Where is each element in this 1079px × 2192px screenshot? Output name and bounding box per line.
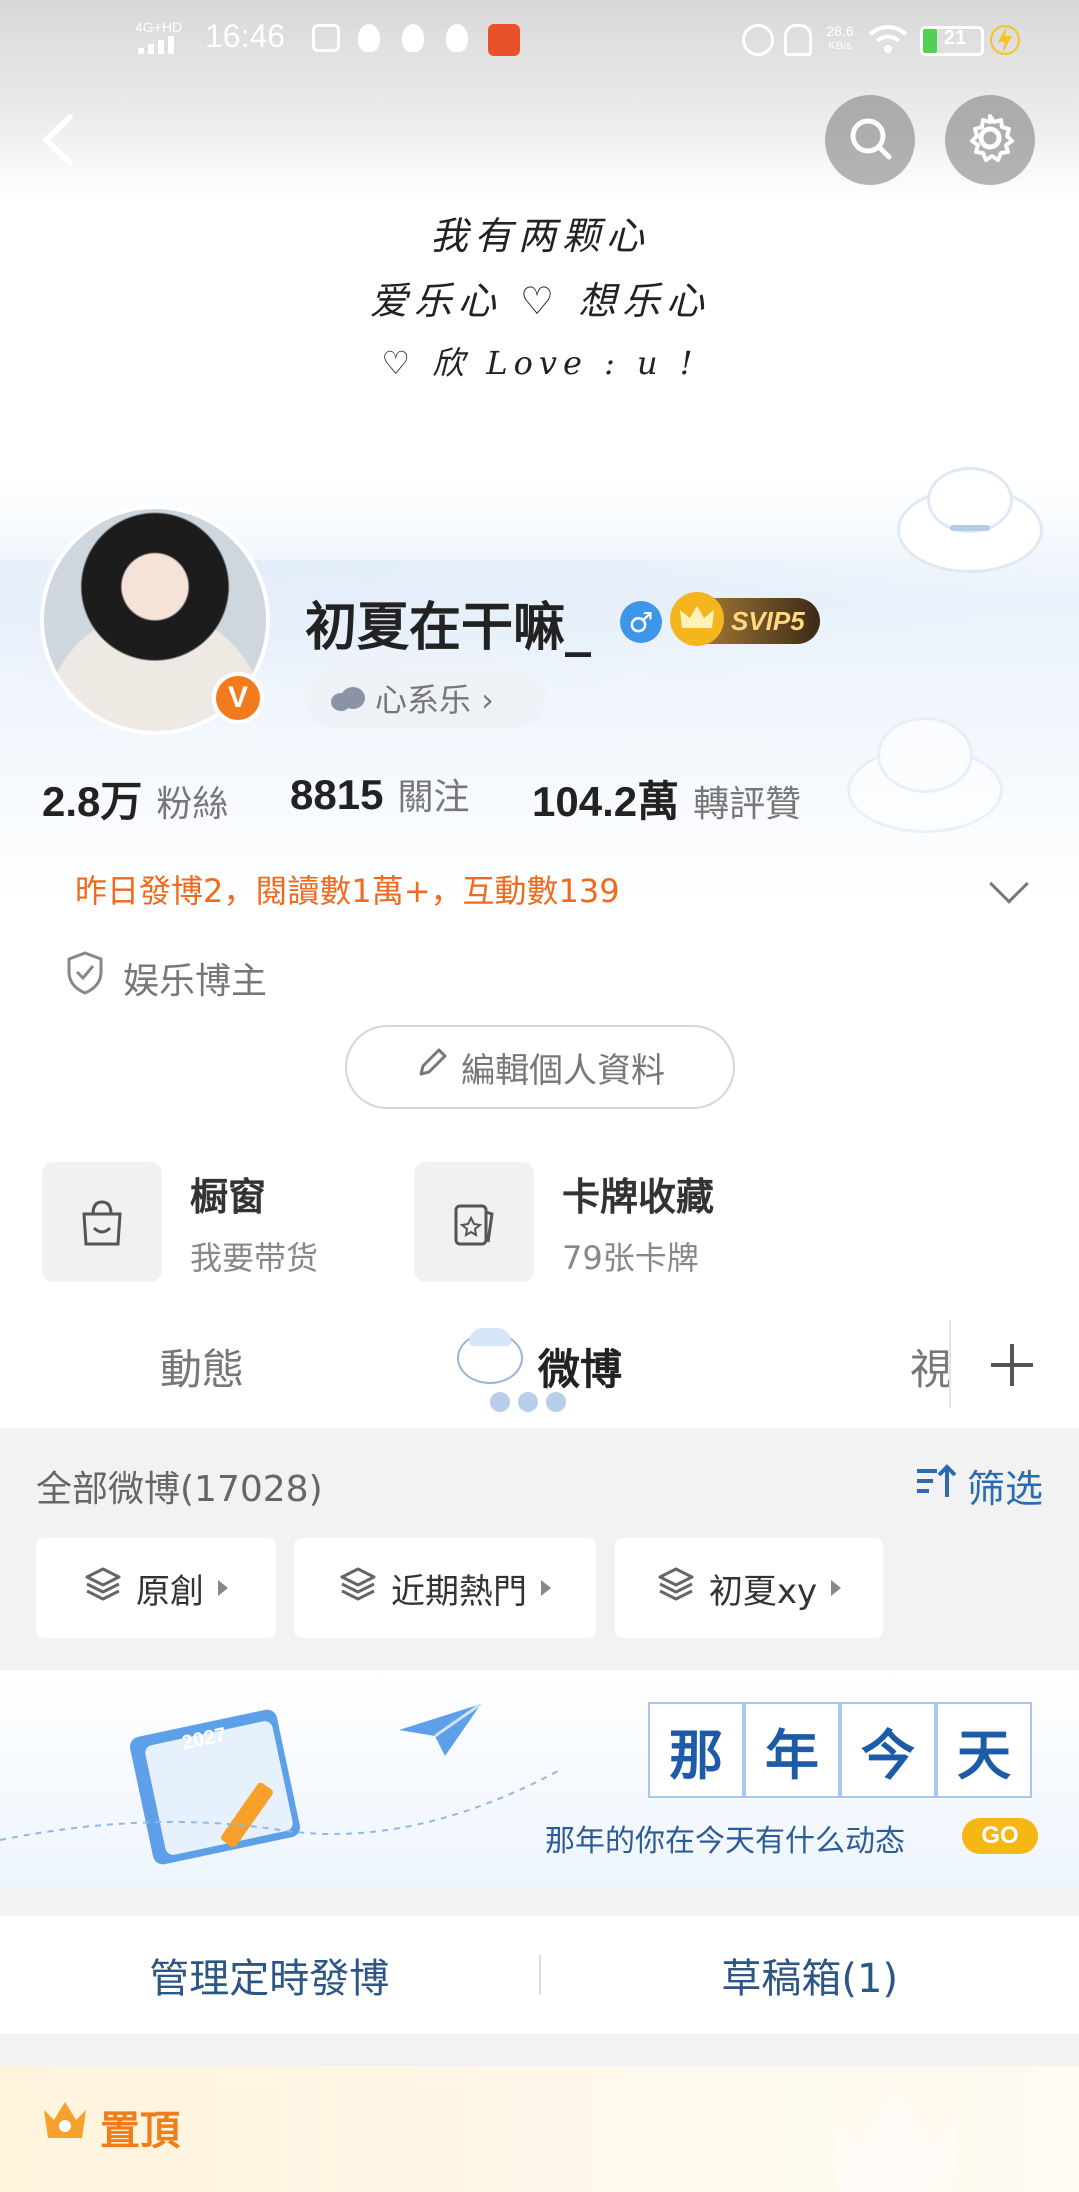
followers-count: 2.8万	[42, 778, 143, 825]
memory-title-char: 今	[840, 1702, 936, 1798]
memory-title-char: 天	[936, 1702, 1032, 1798]
verified-badge: V	[212, 672, 264, 724]
plus-icon	[989, 1342, 1035, 1392]
caret-right-icon	[541, 1580, 551, 1596]
cloud-mascot-icon	[455, 1324, 525, 1388]
memory-title-grid: 那 年 今 天	[648, 1702, 1032, 1798]
card-icon	[414, 1162, 534, 1282]
chip-album[interactable]: 初夏xy	[615, 1538, 883, 1638]
clock: 16:46	[205, 18, 286, 54]
memory-subtitle: 那年的你在今天有什么动态	[545, 1824, 905, 1859]
chip-original-label: 原創	[136, 1571, 204, 1612]
signal-icon	[138, 36, 184, 54]
filter-label: 筛选	[967, 1467, 1044, 1511]
caret-right-icon	[218, 1580, 228, 1596]
cover-quote-line3: ♡ 欣 Love : u !	[381, 344, 699, 382]
cloud-mascot-decoration-2	[850, 720, 1000, 830]
layers-icon	[84, 1565, 122, 1612]
post-actions-row: 管理定時發博 草稿箱(1)	[0, 1916, 1079, 2034]
caret-right-icon	[831, 1580, 842, 1596]
followers-stat[interactable]: 2.8万 粉絲	[42, 768, 228, 829]
chip-recent-hot-label: 近期熱門	[391, 1571, 527, 1612]
drafts-button[interactable]: 草稿箱(1)	[541, 1946, 1079, 2004]
card-collection-subtitle: 79张卡牌	[562, 1238, 699, 1277]
interactions-count: 104.2萬	[532, 778, 680, 825]
sort-filter-icon	[915, 1461, 959, 1510]
filter-button[interactable]: 筛选	[915, 1458, 1043, 1513]
memory-go-button[interactable]: GO	[962, 1818, 1038, 1854]
search-icon	[845, 113, 895, 167]
mood-status-pill[interactable]: 心系乐 ›	[305, 668, 545, 728]
pencil-icon	[415, 1046, 449, 1089]
cover-quote-line2: 爱乐心 ♡ 想乐心	[369, 279, 711, 323]
chip-recent-hot[interactable]: 近期熱門	[294, 1538, 596, 1638]
layers-icon	[339, 1565, 377, 1612]
cloud-mascot-decoration	[900, 470, 1040, 570]
card-collection-title: 卡牌收藏	[562, 1174, 715, 1219]
battery-percent: 21	[943, 27, 967, 49]
following-label: 關注	[397, 777, 470, 818]
profile-name: 初夏在干嘛_	[305, 598, 592, 658]
crown-icon	[670, 592, 724, 646]
settings-button[interactable]	[945, 95, 1035, 185]
yesterday-summary[interactable]: 昨日發博2，閱讀數1萬+，互動數139	[75, 866, 620, 912]
storefront-subtitle: 我要带货	[190, 1238, 319, 1277]
memory-banner[interactable]: 2027 那 年 今 天	[0, 1670, 1079, 1885]
creator-tag[interactable]: 娱乐博主	[65, 950, 267, 1005]
gear-icon	[964, 112, 1016, 168]
storefront-card[interactable]: 橱窗 我要带货	[42, 1162, 318, 1282]
chevron-left-icon	[30, 114, 90, 179]
scheduled-posts-button[interactable]: 管理定時發博	[0, 1946, 539, 2004]
qq-icon	[446, 24, 468, 52]
network-speed: 28.6 KB/s	[820, 24, 860, 54]
tab-activity[interactable]: 動態	[160, 1336, 244, 1397]
cover-quote-line1: 我有两颗心	[429, 214, 650, 258]
qq-icon	[402, 24, 424, 52]
interactions-label: 轉評贊	[693, 784, 802, 825]
all-posts-count: 全部微博(17028)	[36, 1469, 323, 1510]
vip-badge-label: SVIP5	[731, 605, 805, 636]
interactions-stat[interactable]: 104.2萬 轉評贊	[532, 768, 801, 829]
qq-icon	[358, 24, 380, 52]
edit-profile-label: 編輯個人資料	[461, 1050, 665, 1091]
crown-watermark	[820, 2080, 970, 2192]
memory-title-char: 年	[744, 1702, 840, 1798]
pinned-label: 置頂	[100, 2108, 180, 2154]
followers-label: 粉絲	[156, 784, 229, 825]
storefront-title: 橱窗	[190, 1174, 267, 1219]
edit-profile-button[interactable]: 編輯個人資料	[345, 1025, 735, 1109]
creator-tag-label: 娱乐博主	[123, 960, 268, 1002]
profile-tabs: 動態 微博 視	[0, 1300, 1079, 1428]
search-button[interactable]	[825, 95, 915, 185]
speed-unit: KB/s	[828, 40, 852, 52]
cloud-icon	[327, 684, 367, 722]
crown-icon	[40, 2098, 90, 2146]
back-button[interactable]	[30, 105, 90, 175]
card-collection-card[interactable]: 卡牌收藏 79张卡牌	[414, 1162, 714, 1282]
chip-album-label: 初夏xy	[708, 1571, 818, 1612]
speed-value: 28.6	[826, 23, 854, 39]
layers-icon	[657, 1565, 695, 1612]
following-stat[interactable]: 8815 關注	[290, 768, 469, 820]
following-count: 8815	[290, 771, 384, 818]
gender-male-icon: ♂	[620, 601, 662, 643]
app-notification-icon	[312, 24, 340, 52]
chip-original[interactable]: 原創	[36, 1538, 276, 1638]
dotted-path-decoration	[0, 1730, 561, 1850]
tab-weibo[interactable]: 微博	[538, 1336, 622, 1397]
network-indicator: 4G+HD	[135, 19, 183, 35]
mood-label: 心系乐 ›	[375, 681, 494, 719]
memory-title-char: 那	[648, 1702, 744, 1798]
alarm-icon	[742, 24, 774, 56]
tab-add-button[interactable]	[945, 1300, 1079, 1428]
app-notification-icon	[488, 24, 520, 56]
wifi-icon	[868, 24, 908, 54]
shield-check-icon	[65, 950, 105, 1005]
charging-icon	[990, 22, 1020, 58]
mute-icon	[784, 24, 812, 56]
shopping-bag-icon	[42, 1162, 162, 1282]
